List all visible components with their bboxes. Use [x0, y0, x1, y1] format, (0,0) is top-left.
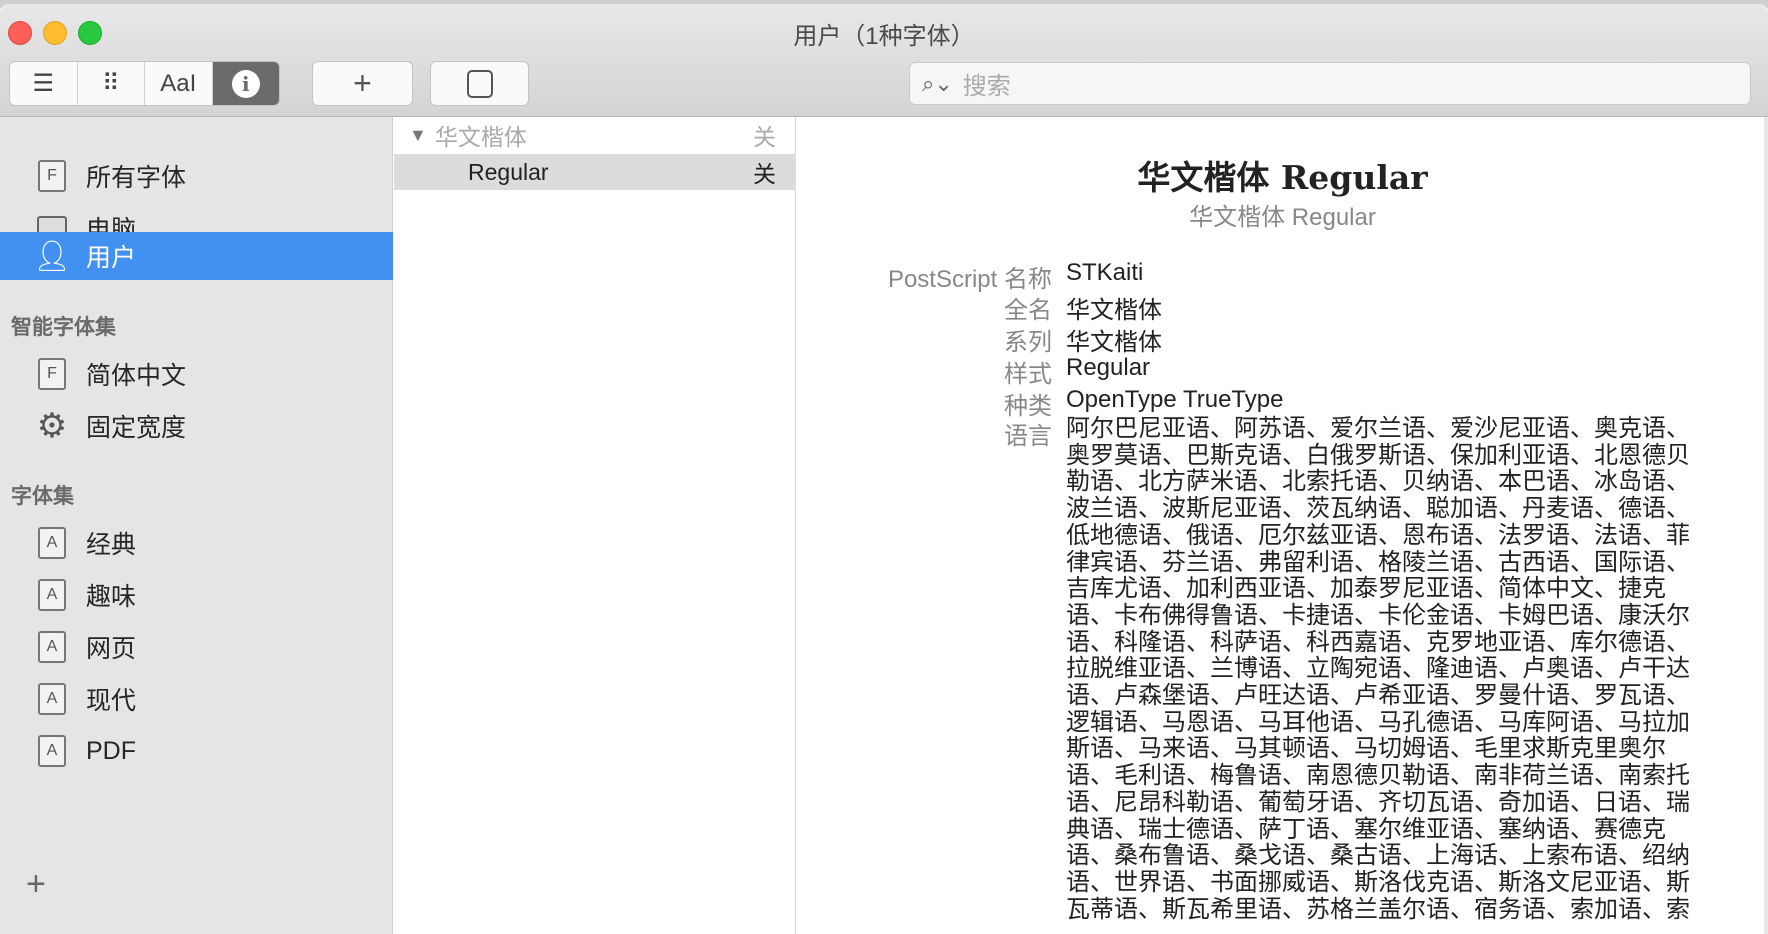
font-subtitle: 华文楷体 Regular: [1189, 204, 1376, 231]
field-value: Regular: [1066, 354, 1151, 381]
sidebar-item-label: 固定宽度: [86, 414, 187, 442]
field-label: 系列: [1004, 329, 1052, 356]
user-icon: 👤︎: [32, 239, 72, 273]
list-view-button[interactable]: ☰: [10, 62, 78, 105]
sidebar-item-user[interactable]: 👤︎ 用户: [0, 232, 393, 280]
sidebar-item-simplified-chinese[interactable]: F 简体中文: [0, 350, 393, 398]
collections-header: 字体集: [11, 485, 74, 508]
languages-line: 奥罗莫语、巴斯克语、白俄罗斯语、保加利亚语、北恩德贝: [1066, 441, 1690, 469]
add-font-button[interactable]: +: [312, 61, 413, 106]
sidebar-item-label: 所有字体: [86, 164, 187, 192]
sidebar-item-all-fonts[interactable]: F 所有字体: [0, 152, 393, 200]
sidebar-item-label: 趣味: [86, 583, 137, 611]
field-label: 全名: [1004, 297, 1052, 324]
list-icon: ☰: [32, 70, 54, 97]
grid-icon: ⠿: [101, 70, 120, 97]
sidebar-item-label: 经典: [86, 531, 137, 559]
sidebar-item-fixed-width[interactable]: ⚙ 固定宽度: [0, 402, 393, 450]
plus-icon: +: [353, 65, 372, 101]
scrollbar[interactable]: [1764, 117, 1768, 934]
font-style-row[interactable]: Regular 关: [394, 154, 796, 190]
languages-line: 斯语、马来语、马其顿语、马切姆语、毛里求斯克里奥尔: [1066, 735, 1666, 763]
languages-list: 阿尔巴尼亚语、阿苏语、爱尔兰语、爱沙尼亚语、奥克语、 奥罗莫语、巴斯克语、白俄罗斯…: [1066, 415, 1690, 923]
collection-icon: A: [36, 631, 68, 663]
sidebar-item-pdf[interactable]: A PDF: [0, 727, 393, 775]
languages-line: 典语、瑞士德语、萨丁语、塞尔维亚语、塞纳语、赛德克: [1066, 815, 1666, 843]
collection-icon: A: [36, 735, 68, 767]
search-placeholder: 搜索: [962, 73, 1011, 100]
title-bar: 用户（1种字体） ☰ ⠿ AaI i + ⌕⌄ 搜索: [0, 4, 1768, 117]
disclosure-triangle-icon[interactable]: ▼: [409, 125, 427, 146]
font-style-name: Regular: [468, 158, 549, 185]
smart-collections-header: 智能字体集: [11, 316, 116, 339]
font-family-row[interactable]: ▼ 华文楷体 关: [394, 117, 796, 153]
sidebar-item-web[interactable]: A 网页: [0, 623, 393, 671]
languages-line: 语、卡布佛得鲁语、卡捷语、卡伦金语、卡姆巴语、康沃尔: [1066, 601, 1690, 629]
languages-line: 阿尔巴尼亚语、阿苏语、爱尔兰语、爱沙尼亚语、奥克语、: [1066, 415, 1690, 442]
languages-line: 律宾语、芬兰语、弗留利语、格陵兰语、古西语、国际语、: [1066, 548, 1690, 576]
collection-icon: A: [36, 683, 68, 715]
languages-line: 逻辑语、马恩语、马耳他语、马孔德语、马库阿语、马拉加: [1066, 708, 1690, 736]
search-input[interactable]: ⌕⌄ 搜索: [909, 62, 1751, 105]
window-title: 用户（1种字体）: [793, 23, 975, 50]
field-value: STKaiti: [1066, 259, 1144, 286]
field-value: OpenType TrueType: [1066, 386, 1284, 413]
languages-line: 低地德语、俄语、厄尔兹亚语、恩布语、法罗语、法语、菲: [1066, 521, 1690, 549]
font-family-name: 华文楷体: [434, 124, 527, 150]
field-label: PostScript 名称: [887, 266, 1052, 293]
info-icon: i: [231, 69, 260, 98]
languages-line: 波兰语、波斯尼亚语、茨瓦纳语、聪加语、丹麦语、德语、: [1066, 495, 1690, 523]
sidebar: F 所有字体 电脑 👤︎ 用户 智能字体集 F 简体中文 ⚙ 固定宽度 字体集 A 经典 …: [0, 117, 393, 934]
search-icon: ⌕⌄: [922, 70, 953, 96]
languages-line: 语、科隆语、科萨语、科西嘉语、克罗地亚语、库尔德语、: [1066, 628, 1690, 656]
view-mode-segmented-control[interactable]: ☰ ⠿ AaI i: [9, 61, 280, 106]
font-style-status: 关: [753, 161, 776, 187]
languages-line: 语、毛利语、梅鲁语、南恩德贝勒语、南非荷兰语、南索托: [1066, 762, 1690, 790]
sidebar-item-classic[interactable]: A 经典: [0, 519, 393, 567]
font-info-panel: 华文楷体 Regular 华文楷体 Regular PostScript 名称 …: [797, 117, 1768, 934]
field-value: 华文楷体: [1066, 329, 1162, 356]
languages-line: 语、桑布鲁语、桑戈语、桑古语、上海话、上索布语、绍纳: [1066, 842, 1690, 870]
languages-line: 瓦蒂语、斯瓦希里语、苏格兰盖尔语、宿务语、索加语、索: [1066, 895, 1690, 923]
languages-line: 语、世界语、书面挪威语、斯洛伐克语、斯洛文尼亚语、斯: [1066, 868, 1690, 896]
font-family-status: 关: [753, 124, 776, 150]
languages-label: 语言: [1004, 423, 1052, 450]
sidebar-item-label: 用户: [86, 244, 137, 272]
sidebar-item-label: PDF: [86, 736, 136, 765]
sample-view-button[interactable]: AaI: [145, 62, 213, 105]
font-title: 华文楷体 Regular: [1137, 158, 1428, 197]
field-label: 样式: [1004, 361, 1052, 388]
languages-line: 语、卢森堡语、卢旺达语、卢希亚语、罗曼什语、罗瓦语、: [1066, 682, 1690, 710]
font-book-icon: F: [36, 358, 68, 390]
sidebar-item-label: 网页: [86, 635, 137, 663]
sidebar-item-label: 现代: [86, 687, 137, 715]
add-collection-button[interactable]: +: [26, 865, 46, 904]
collection-icon: A: [36, 527, 68, 559]
languages-line: 勒语、北方萨米语、北索托语、贝纳语、本巴语、冰岛语、: [1066, 468, 1690, 496]
sidebar-item-modern[interactable]: A 现代: [0, 675, 393, 723]
languages-line: 拉脱维亚语、兰博语、立陶宛语、隆迪语、卢奥语、卢干达: [1066, 655, 1690, 683]
grid-view-button[interactable]: ⠿: [78, 62, 145, 105]
collection-icon: A: [36, 579, 68, 611]
sidebar-item-fun[interactable]: A 趣味: [0, 571, 393, 619]
languages-line: 语、尼昂科勒语、葡萄牙语、齐切瓦语、奇加语、日语、瑞: [1066, 788, 1690, 816]
text-sample-icon: AaI: [160, 69, 197, 97]
languages-line: 吉库尤语、加利西亚语、加泰罗尼亚语、简体中文、捷克: [1066, 575, 1666, 603]
toggle-preview-button[interactable]: [430, 61, 529, 106]
info-view-button[interactable]: i: [212, 62, 279, 105]
square-icon: [466, 69, 493, 98]
gear-icon: ⚙: [36, 407, 68, 445]
font-book-icon: F: [36, 160, 68, 192]
sidebar-item-label: 简体中文: [86, 362, 187, 390]
font-list: ▼ 华文楷体 关 Regular 关: [394, 117, 796, 934]
field-value: 华文楷体: [1066, 297, 1162, 324]
